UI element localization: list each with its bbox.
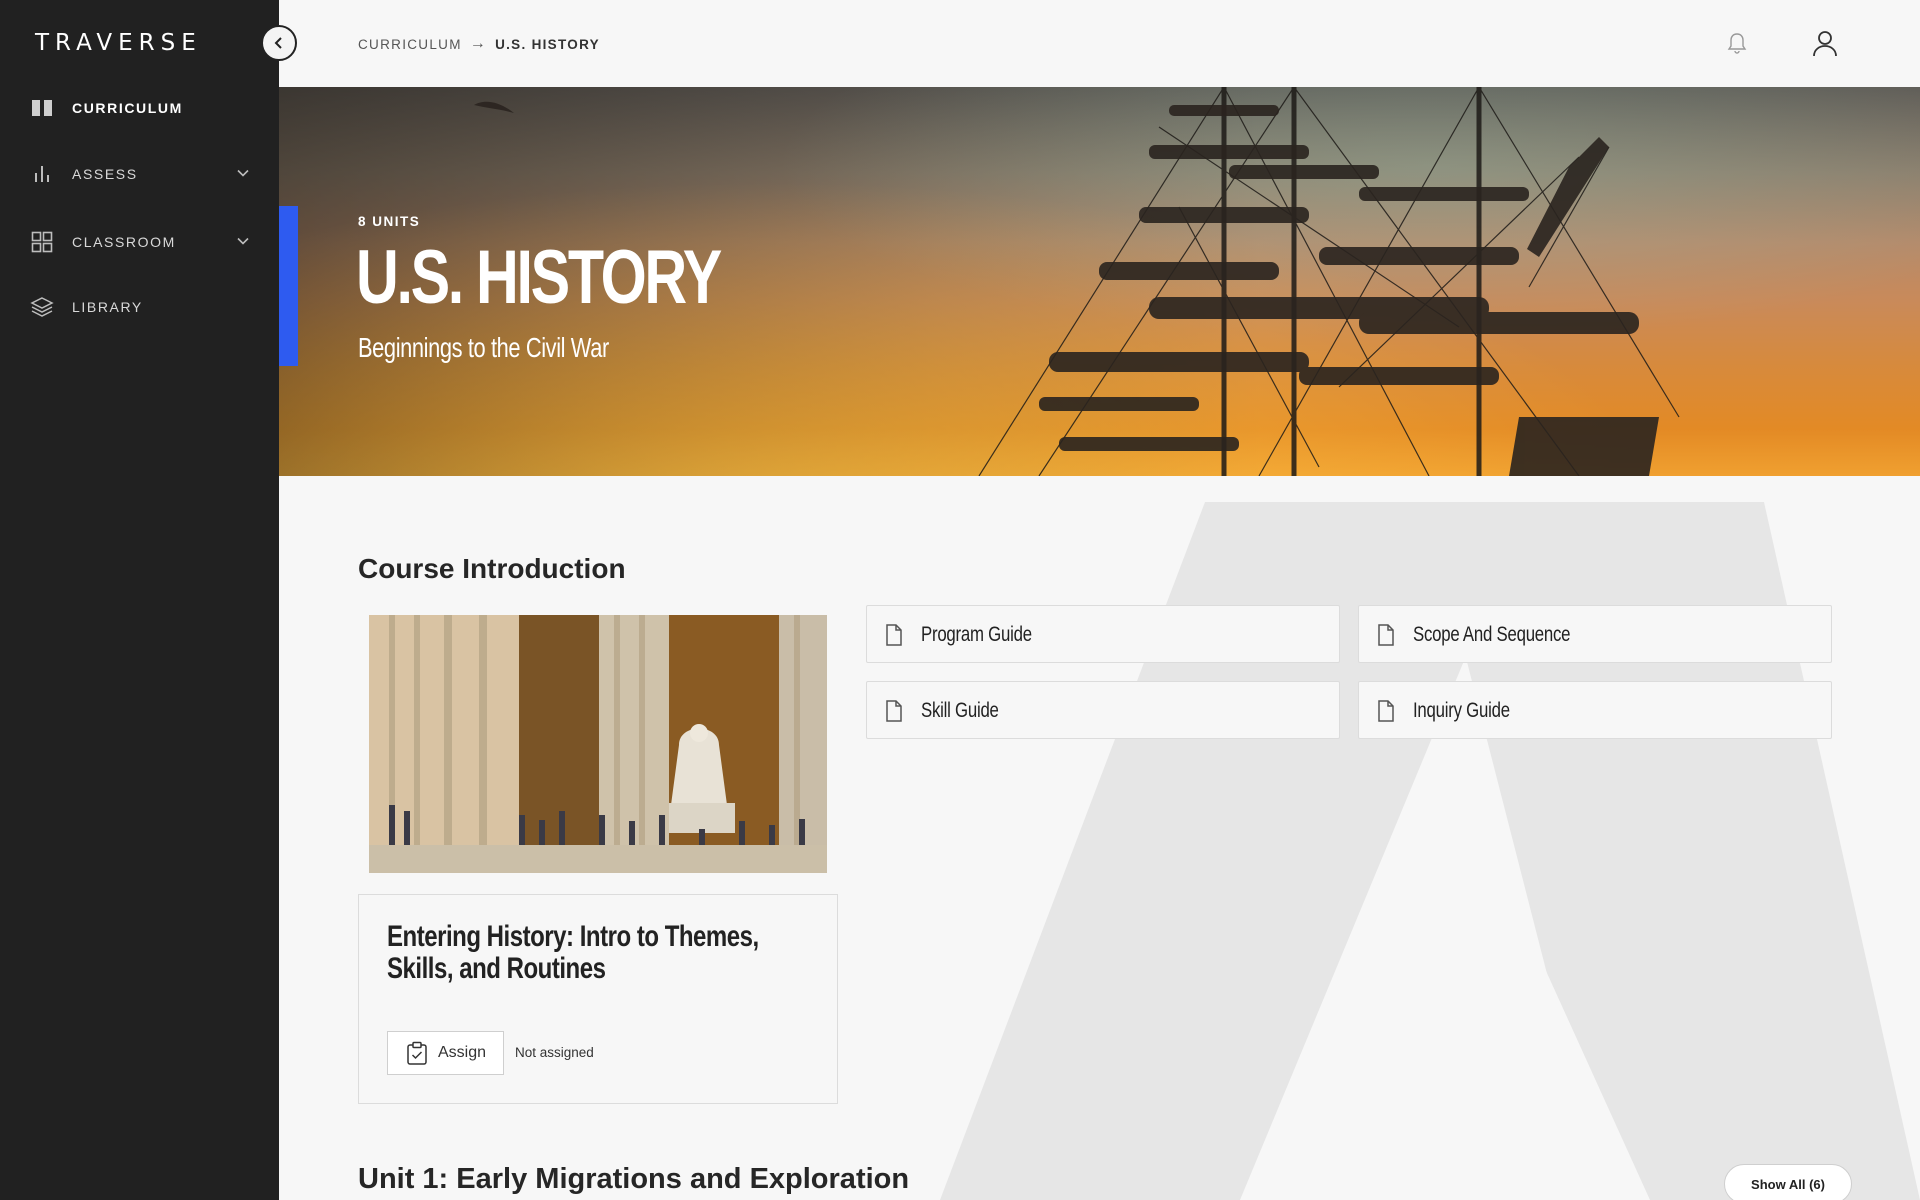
assign-button[interactable]: Assign: [387, 1031, 504, 1075]
lesson-card[interactable]: Entering History: Intro to Themes, Skill…: [358, 894, 838, 1104]
lincoln-memorial-illustration: [369, 615, 827, 873]
traverse-logo[interactable]: TRAVERSE: [35, 30, 202, 56]
document-icon: [1378, 700, 1394, 722]
chevron-left-icon: [274, 37, 282, 49]
document-label: Program Guide: [921, 623, 1032, 646]
sidebar-item-curriculum[interactable]: CURRICULUM: [0, 86, 279, 130]
hero-accent-bar: [279, 206, 298, 366]
sidebar-item-library[interactable]: LIBRARY: [0, 285, 279, 329]
program-guide-link[interactable]: Program Guide: [866, 605, 1340, 663]
section-title: Course Introduction: [358, 553, 626, 584]
skill-guide-link[interactable]: Skill Guide: [866, 681, 1340, 739]
show-all-button[interactable]: Show All (6): [1724, 1164, 1852, 1200]
app-root: TRAVERSE CURRICULUM ASSESS CLASSROOM LIB…: [0, 0, 1920, 1200]
layers-icon: [30, 297, 54, 317]
bell-icon[interactable]: [1726, 31, 1748, 55]
sidebar-item-assess[interactable]: ASSESS: [0, 152, 279, 196]
lesson-title[interactable]: Entering History: Intro to Themes, Skill…: [387, 921, 819, 985]
sidebar-collapse-button[interactable]: [261, 25, 297, 61]
sidebar-item-label: LIBRARY: [72, 299, 143, 315]
document-label: Scope And Sequence: [1413, 623, 1571, 646]
scope-and-sequence-link[interactable]: Scope And Sequence: [1358, 605, 1832, 663]
document-label: Inquiry Guide: [1413, 699, 1510, 722]
sidebar-item-label: CLASSROOM: [72, 234, 176, 250]
breadcrumb-current: U.S. HISTORY: [495, 36, 600, 52]
breadcrumb: CURRICULUM → U.S. HISTORY: [358, 35, 600, 53]
breadcrumb-arrow-icon: →: [469, 35, 488, 52]
inquiry-guide-link[interactable]: Inquiry Guide: [1358, 681, 1832, 739]
top-bar: CURRICULUM → U.S. HISTORY: [279, 0, 1920, 87]
clipboard-check-icon: [407, 1041, 427, 1065]
course-title: U.S. HISTORY: [356, 235, 722, 320]
breadcrumb-curriculum-link[interactable]: CURRICULUM: [358, 37, 462, 52]
document-icon: [886, 700, 902, 722]
unit-number: Unit 1:: [358, 1163, 449, 1195]
chevron-down-icon[interactable]: [234, 232, 252, 250]
document-icon: [1378, 624, 1394, 646]
sidebar-item-label: ASSESS: [72, 166, 138, 182]
unit-heading: Unit 1: Early Migrations and Exploration: [358, 1163, 909, 1196]
bar-chart-icon: [35, 166, 49, 182]
assignment-status: Not assigned: [515, 1045, 594, 1060]
grid-icon: [31, 231, 53, 253]
book-icon: [32, 100, 52, 116]
unit-title: Early Migrations and Exploration: [456, 1163, 910, 1195]
sidebar: TRAVERSE CURRICULUM ASSESS CLASSROOM LIB…: [0, 0, 279, 1200]
chevron-down-icon[interactable]: [234, 164, 252, 182]
document-icon: [886, 624, 902, 646]
user-icon[interactable]: [1812, 29, 1838, 57]
sidebar-item-label: CURRICULUM: [72, 100, 183, 116]
course-subtitle: Beginnings to the Civil War: [358, 332, 609, 363]
units-count: 8 UNITS: [358, 214, 421, 229]
sidebar-item-classroom[interactable]: CLASSROOM: [0, 220, 279, 264]
lincoln-memorial-image[interactable]: [369, 615, 827, 873]
document-label: Skill Guide: [921, 699, 999, 722]
assign-button-label: Assign: [438, 1044, 487, 1061]
